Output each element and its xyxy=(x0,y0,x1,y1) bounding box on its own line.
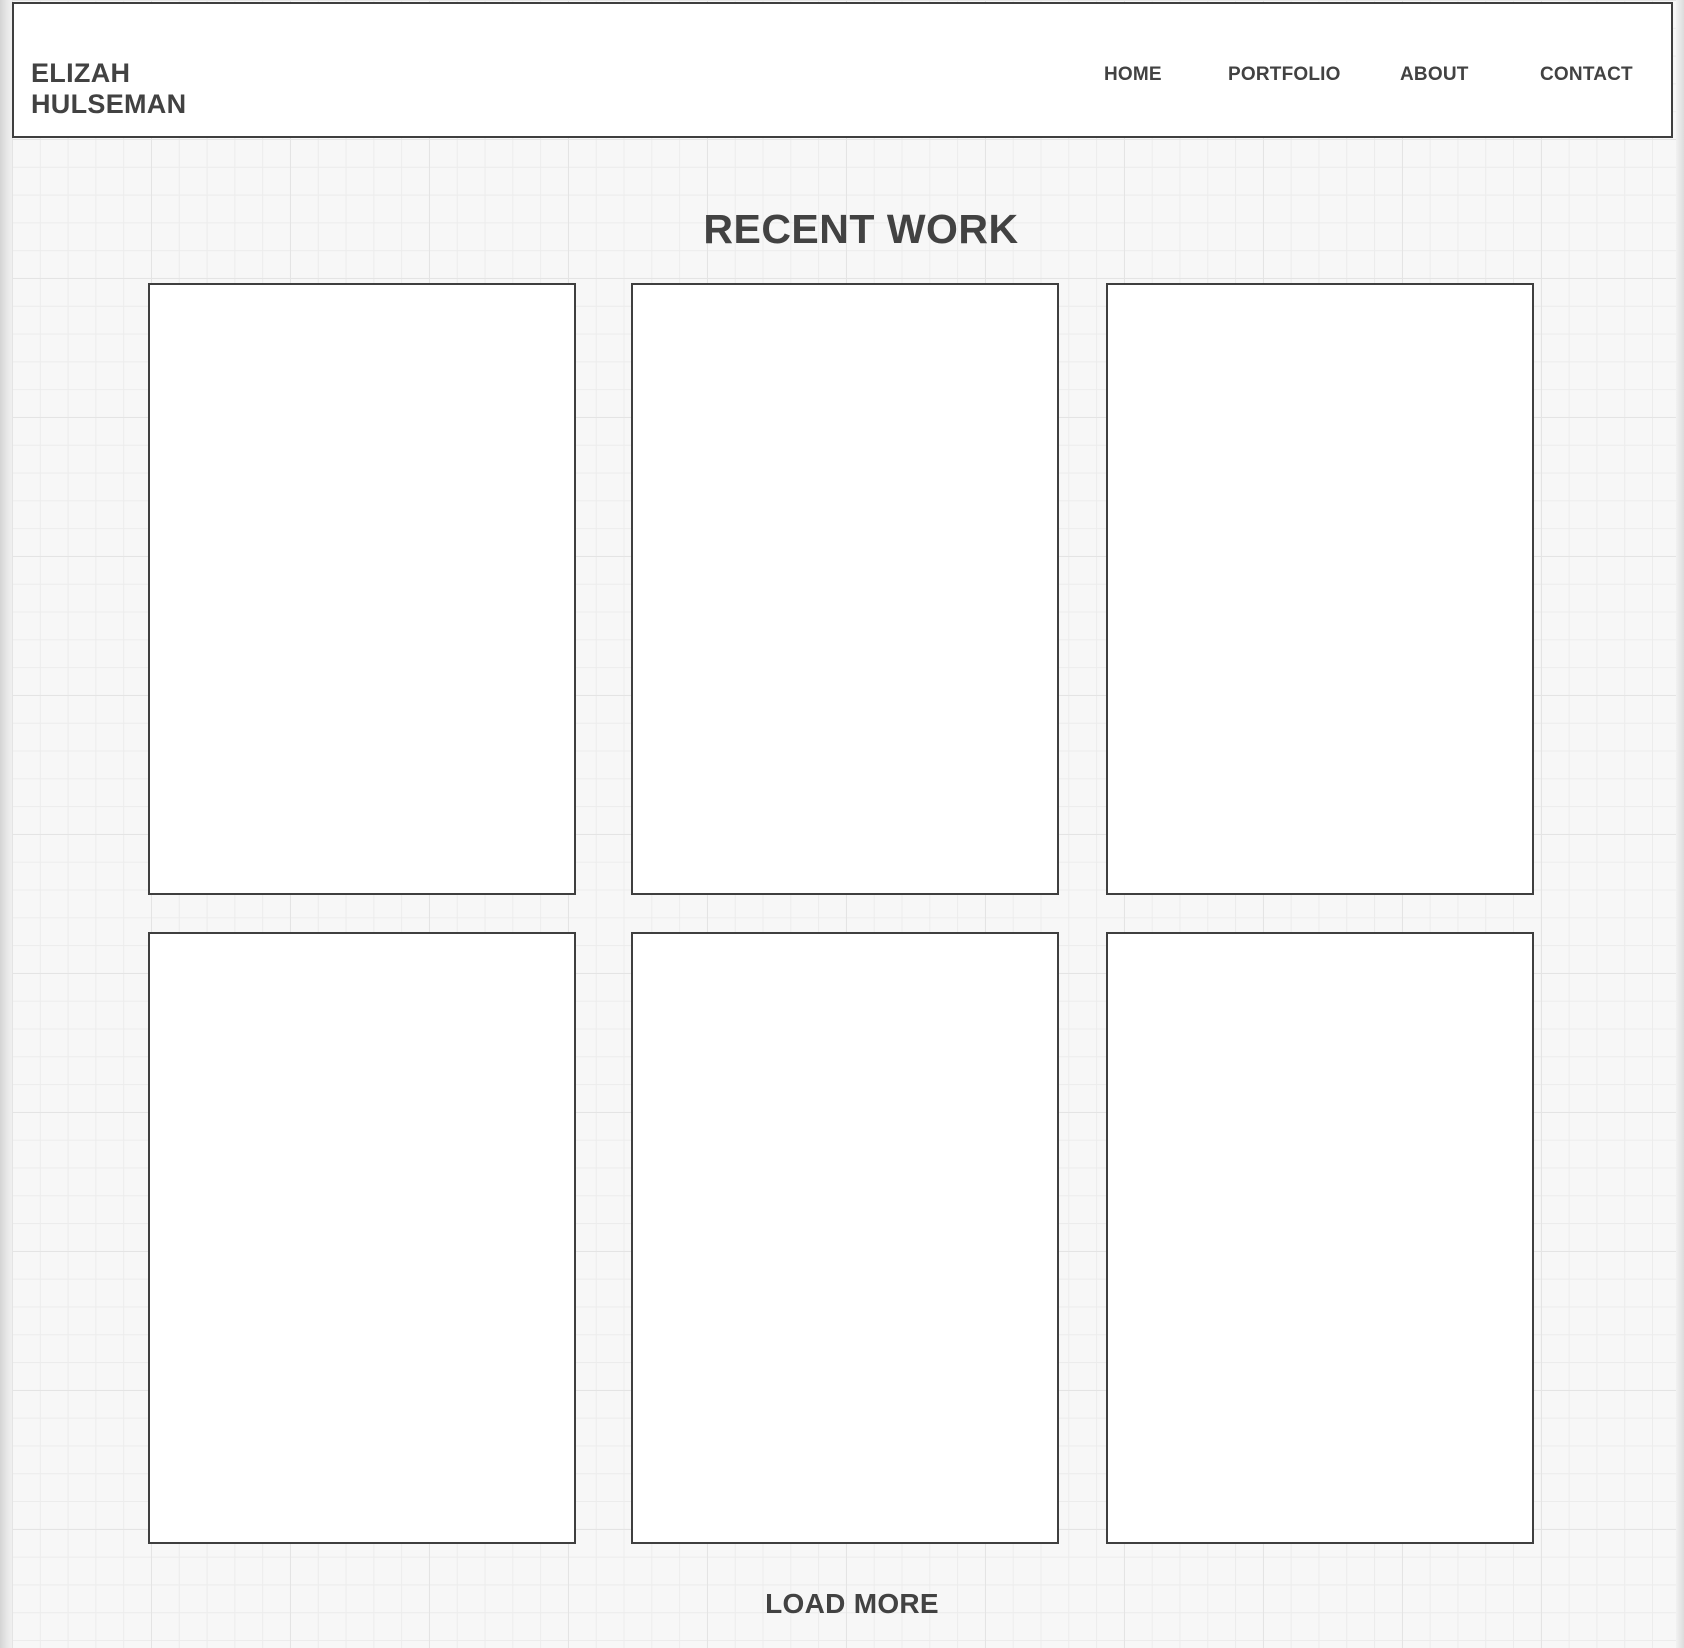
site-header: ELIZAH HULSEMAN HOME PORTFOLIO ABOUT CON… xyxy=(12,2,1673,138)
portfolio-card[interactable] xyxy=(631,932,1059,1544)
portfolio-card[interactable] xyxy=(148,932,576,1544)
main-nav: HOME PORTFOLIO ABOUT CONTACT xyxy=(10,64,1671,88)
nav-link-contact[interactable]: CONTACT xyxy=(1540,64,1633,86)
portfolio-card[interactable] xyxy=(1106,932,1534,1544)
load-more-row: LOAD MORE xyxy=(0,1588,1684,1620)
portfolio-card[interactable] xyxy=(1106,283,1534,895)
section-title: RECENT WORK xyxy=(703,206,1019,252)
portfolio-card[interactable] xyxy=(631,283,1059,895)
nav-link-about[interactable]: ABOUT xyxy=(1400,64,1469,86)
load-more-button[interactable]: LOAD MORE xyxy=(765,1588,939,1619)
portfolio-card[interactable] xyxy=(148,283,576,895)
logo-line-last: HULSEMAN xyxy=(31,89,187,119)
nav-link-portfolio[interactable]: PORTFOLIO xyxy=(1228,64,1341,86)
nav-link-home[interactable]: HOME xyxy=(1104,64,1162,86)
